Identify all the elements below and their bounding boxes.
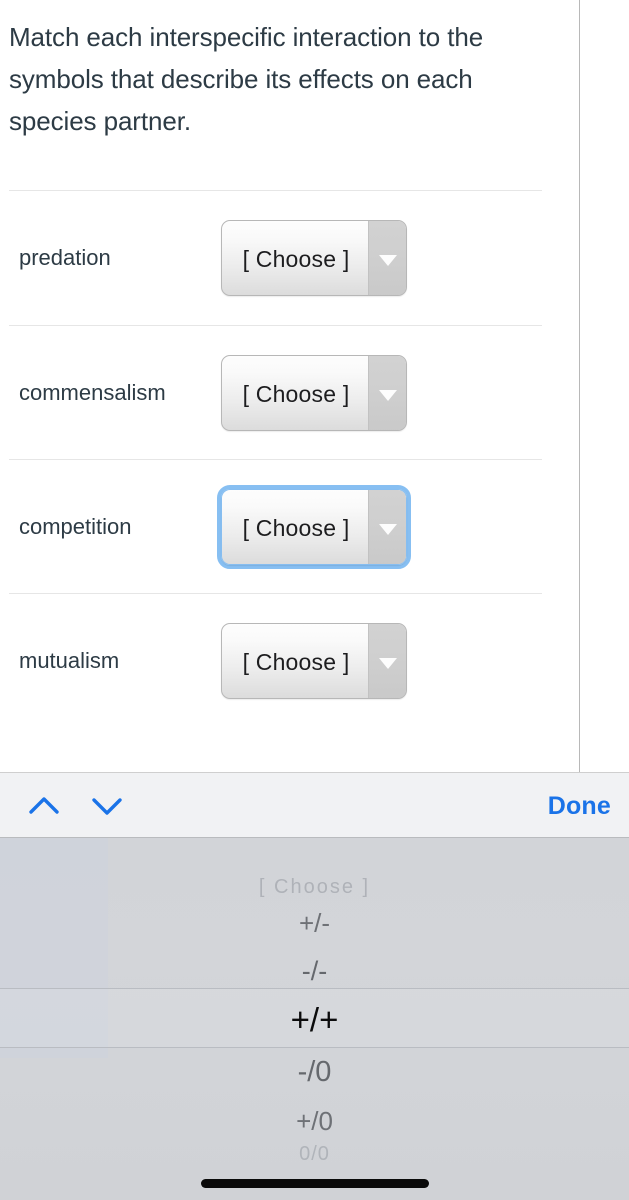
dropdown-value: [ Choose ] [242, 514, 350, 541]
picker-option[interactable]: -/0 [0, 1056, 629, 1089]
match-term-label: commensalism [19, 380, 166, 405]
chevron-down-icon [368, 356, 406, 430]
chevron-down-icon[interactable] [90, 791, 124, 821]
chevron-up-icon[interactable] [27, 791, 61, 821]
picker-option[interactable]: +/0 [0, 1106, 629, 1137]
chevron-down-icon [368, 490, 406, 564]
dropdown-commensalism[interactable]: [ Choose ] [221, 355, 407, 431]
picker-toolbar: Done [0, 772, 629, 838]
match-term-label: mutualism [19, 648, 120, 673]
table-row: commensalism [ Choose ] [0, 326, 580, 460]
option-picker-wheel[interactable]: [ Choose ] +/- -/- +/+ -/0 +/0 0/0 [0, 838, 629, 1200]
picker-option-choose[interactable]: [ Choose ] [0, 876, 629, 899]
dropdown-mutualism[interactable]: [ Choose ] [221, 623, 407, 699]
chevron-down-icon [368, 221, 406, 295]
quiz-question-panel: Match each interspecific interaction to … [0, 0, 629, 772]
dropdown-competition[interactable]: [ Choose ] [217, 485, 411, 569]
dropdown-value: [ Choose ] [242, 648, 350, 675]
dropdown-button[interactable]: [ Choose ] [221, 623, 407, 699]
match-term-label: competition [19, 514, 132, 539]
table-row: mutualism [ Choose ] [0, 594, 580, 728]
chevron-down-icon [368, 624, 406, 698]
question-content-column: Match each interspecific interaction to … [0, 0, 580, 772]
table-row: competition [ Choose ] [0, 460, 580, 594]
table-row: predation [ Choose ] [0, 191, 580, 325]
picker-option[interactable]: 0/0 [0, 1143, 629, 1166]
done-button[interactable]: Done [548, 773, 611, 839]
dropdown-button[interactable]: [ Choose ] [221, 489, 407, 565]
dropdown-button[interactable]: [ Choose ] [221, 220, 407, 296]
dropdown-value: [ Choose ] [242, 380, 350, 407]
dropdown-value: [ Choose ] [242, 245, 350, 272]
picker-option[interactable]: -/- [0, 956, 629, 987]
dropdown-button[interactable]: [ Choose ] [221, 355, 407, 431]
match-term-label: predation [19, 245, 111, 270]
home-indicator [200, 1179, 429, 1188]
page-title: Match each interspecific interaction to … [9, 22, 484, 136]
picker-option-selected[interactable]: +/+ [0, 1001, 629, 1039]
dropdown-predation[interactable]: [ Choose ] [221, 220, 407, 296]
picker-option[interactable]: +/- [0, 908, 629, 939]
